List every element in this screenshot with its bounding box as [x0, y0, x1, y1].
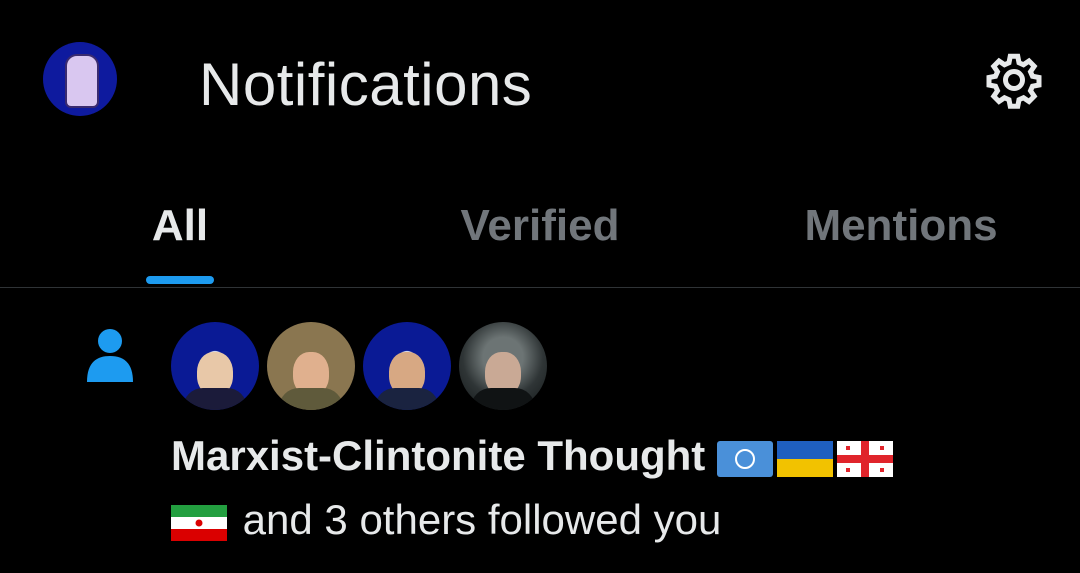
tab-all-label: All — [151, 201, 209, 250]
notification-tabs: All Verified Mentions — [0, 165, 1080, 287]
follower-avatar[interactable] — [267, 322, 355, 410]
avatar-image — [65, 54, 99, 108]
follower-avatar[interactable] — [171, 322, 259, 410]
georgia-flag-icon — [836, 440, 893, 477]
avatar-clothing — [279, 388, 343, 410]
avatar-clothing — [183, 388, 247, 410]
ukraine-flag-icon — [776, 440, 833, 477]
gear-icon[interactable] — [984, 50, 1044, 110]
top-bar: Notifications — [0, 0, 1080, 165]
tab-verified-label: Verified — [460, 201, 620, 250]
profile-avatar[interactable] — [43, 42, 117, 116]
tab-all[interactable]: All — [110, 165, 250, 287]
follow-notification[interactable]: Marxist-Clintonite Thought and 3 others … — [0, 288, 1080, 573]
avatar-clothing — [471, 388, 535, 410]
page-title: Notifications — [199, 51, 533, 118]
tab-mentions-label: Mentions — [804, 201, 998, 250]
tab-verified[interactable]: Verified — [420, 165, 660, 287]
iran-flag-icon — [171, 504, 227, 541]
notification-message: and 3 others followed you — [242, 496, 722, 543]
tab-mentions[interactable]: Mentions — [770, 165, 1032, 287]
person-icon — [87, 329, 133, 382]
follower-avatar[interactable] — [363, 322, 451, 410]
follower-name[interactable]: Marxist-Clintonite Thought — [171, 432, 705, 479]
notification-text: Marxist-Clintonite Thought and 3 others … — [171, 424, 1051, 552]
follower-avatar[interactable] — [459, 322, 547, 410]
un-flag-icon — [716, 440, 773, 477]
avatar-clothing — [375, 388, 439, 410]
active-tab-indicator — [146, 276, 214, 284]
